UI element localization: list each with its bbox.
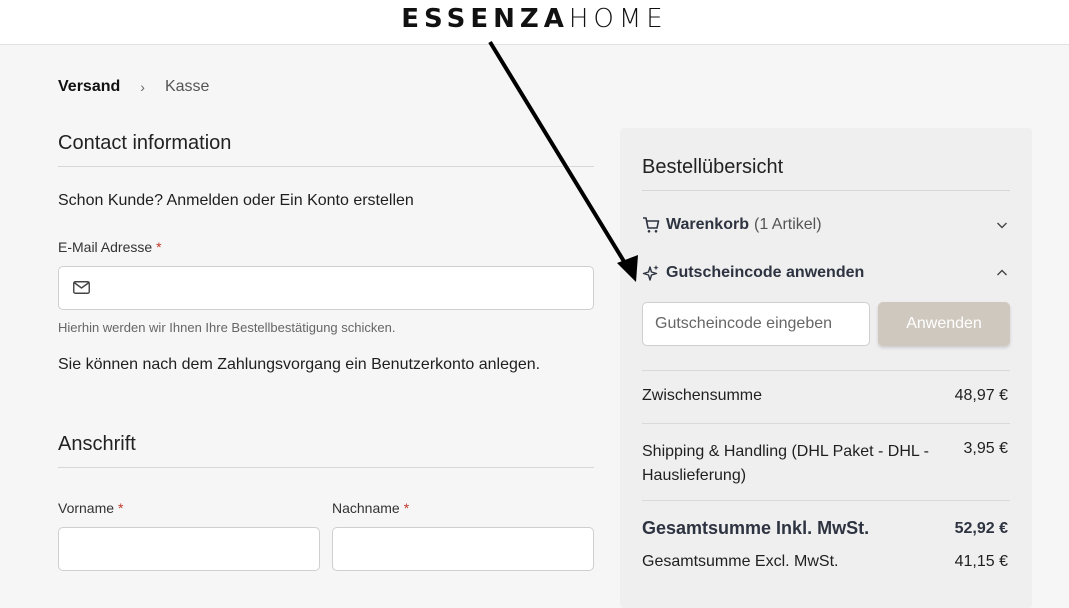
cart-label: Warenkorb <box>666 216 749 233</box>
breadcrumb: Versand › Kasse <box>58 78 209 96</box>
last-name-label: Nachname * <box>332 500 409 516</box>
breadcrumb-kasse[interactable]: Kasse <box>165 78 209 96</box>
logo-text-home: HOME <box>568 4 668 34</box>
subtotal-label: Zwischensumme <box>642 387 763 404</box>
last-name-label-text: Nachname <box>332 500 400 516</box>
cart-toggle[interactable]: Warenkorb (1 Artikel) <box>642 213 1010 237</box>
required-mark: * <box>156 239 162 255</box>
required-mark: * <box>118 500 124 516</box>
logo-text-essenza: ESSENZA <box>401 4 569 34</box>
email-field[interactable] <box>58 266 594 310</box>
first-name-label: Vorname * <box>58 500 124 516</box>
shipping-label-line2: Hauslieferung) <box>642 467 747 484</box>
first-name-label-text: Vorname <box>58 500 115 516</box>
chevron-up-icon <box>997 269 1007 276</box>
sparkle-icon <box>642 265 659 281</box>
coupon-toggle[interactable]: Gutscheincode anwenden <box>642 261 1010 285</box>
shipping-label: Shipping & Handling (DHL Paket - DHL - H… <box>642 440 929 488</box>
address-section-title: Anschrift <box>58 433 594 468</box>
login-prompt[interactable]: Schon Kunde? Anmelden oder Ein Konto ers… <box>58 192 414 210</box>
total-incl-value: 52,92 € <box>954 520 1008 537</box>
total-excl-value: 41,15 € <box>954 553 1008 570</box>
breadcrumb-versand[interactable]: Versand <box>58 78 120 96</box>
shipping-row: Shipping & Handling (DHL Paket - DHL - H… <box>642 440 1010 488</box>
breadcrumb-separator: › <box>140 79 145 95</box>
chevron-down-icon <box>997 222 1007 229</box>
account-note: Sie können nach dem Zahlungsvorgang ein … <box>58 356 541 373</box>
cart-count: (1 Artikel) <box>753 216 822 233</box>
email-hint: Hierhin werden wir Ihnen Ihre Bestellbes… <box>58 320 396 335</box>
contact-section-title: Contact information <box>58 132 594 167</box>
shipping-label-line1: Shipping & Handling (DHL Paket - DHL - <box>642 443 929 460</box>
email-label-text: E-Mail Adresse <box>58 239 153 255</box>
total-incl-label: Gesamtsumme Inkl. MwSt. <box>642 518 870 538</box>
coupon-code-input[interactable]: Gutscheincode eingeben <box>642 302 870 346</box>
divider <box>642 370 1010 371</box>
coupon-label: Gutscheincode anwenden <box>666 264 865 281</box>
shipping-value: 3,95 € <box>963 440 1008 457</box>
subtotal-row: Zwischensumme 48,97 € <box>642 387 1010 409</box>
total-incl-row: Gesamtsumme Inkl. MwSt. 52,92 € <box>642 518 1010 542</box>
order-summary-title: Bestellübersicht <box>642 156 1010 191</box>
site-header: ESSENZAHOME <box>0 0 1069 45</box>
subtotal-value: 48,97 € <box>954 387 1008 404</box>
total-excl-label: Gesamtsumme Excl. MwSt. <box>642 553 839 570</box>
email-label: E-Mail Adresse * <box>58 239 162 255</box>
apply-coupon-button[interactable]: Anwenden <box>878 302 1010 346</box>
divider <box>642 423 1010 424</box>
required-mark: * <box>403 500 410 516</box>
brand-logo[interactable]: ESSENZAHOME <box>0 4 1069 34</box>
total-excl-row: Gesamtsumme Excl. MwSt. 41,15 € <box>642 553 1010 575</box>
last-name-field[interactable] <box>332 527 594 571</box>
divider <box>642 500 1010 501</box>
first-name-field[interactable] <box>58 527 320 571</box>
order-summary-panel: Bestellübersicht Warenkorb (1 Artikel) G… <box>620 128 1032 608</box>
cart-icon <box>643 217 660 233</box>
mail-icon <box>73 281 90 294</box>
